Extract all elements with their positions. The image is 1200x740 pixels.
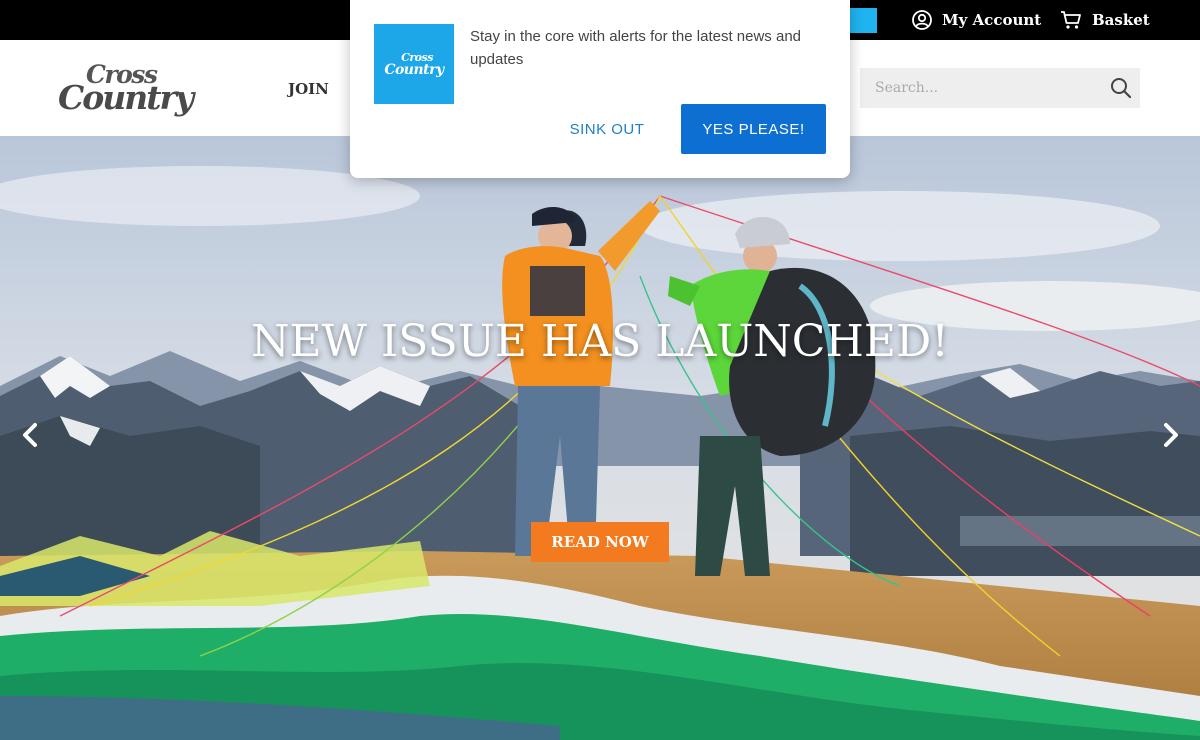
notification-prompt: Cross Country Stay in the core with aler…: [350, 0, 850, 178]
yes-please-button[interactable]: YES PLEASE!: [681, 104, 826, 154]
sink-out-button[interactable]: SINK OUT: [560, 104, 654, 154]
hero-title: NEW ISSUE HAS LAUNCHED!: [251, 316, 949, 367]
nav-item-join[interactable]: JOIN: [288, 80, 329, 98]
popup-message: Stay in the core with alerts for the lat…: [470, 28, 802, 68]
hero-image: [0, 136, 1200, 740]
chevron-right-icon[interactable]: [1155, 420, 1185, 450]
my-account-link[interactable]: My Account: [912, 0, 1041, 40]
search-icon[interactable]: [1110, 77, 1132, 99]
read-now-button[interactable]: READ NOW: [531, 522, 669, 562]
popup-logo-line-2: Country: [384, 62, 444, 78]
search-box: [860, 68, 1140, 108]
logo-line-2: Country: [58, 78, 194, 117]
cart-icon: [1061, 11, 1081, 29]
hero-carousel: NEW ISSUE HAS LAUNCHED! READ NOW: [0, 136, 1200, 740]
site-logo[interactable]: Cross Country: [58, 60, 236, 117]
chevron-left-icon[interactable]: [16, 420, 46, 450]
basket-link[interactable]: Basket: [1060, 0, 1150, 40]
basket-label: Basket: [1092, 11, 1150, 29]
popup-logo: Cross Country: [374, 24, 454, 104]
my-account-label: My Account: [942, 11, 1042, 29]
user-circle-icon: [912, 10, 932, 30]
search-input[interactable]: [860, 68, 1100, 108]
